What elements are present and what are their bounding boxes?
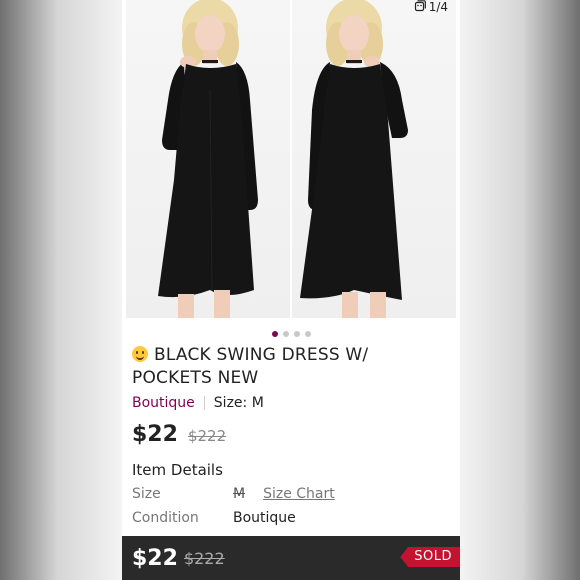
meta-divider	[203, 396, 205, 410]
image-counter-text: 1/4	[428, 0, 448, 14]
image-counter: 1/4	[412, 0, 450, 14]
brand-link[interactable]: Boutique	[132, 395, 195, 411]
image-stack-icon	[414, 0, 426, 15]
listing-meta: Boutique Size: M	[132, 395, 264, 411]
bottom-price-bar: $22 $222 SOLD	[122, 536, 460, 580]
item-details-heading: Item Details	[132, 461, 223, 479]
detail-key: Condition	[132, 510, 199, 526]
size-chart-link[interactable]: Size Chart	[263, 486, 335, 502]
listing-screen: 1/4 BLACK SWING DRESS W/ POCKETS NEW Bou…	[122, 0, 460, 580]
listing-title-text: BLACK SWING DRESS W/ POCKETS NEW	[132, 345, 369, 388]
pagination-dot[interactable]	[282, 331, 289, 337]
size-label: Size: M	[213, 395, 264, 411]
price-row: $22 $222	[132, 422, 226, 447]
detail-value: M	[233, 486, 246, 502]
pagination-dot[interactable]	[293, 331, 300, 337]
pagination-dot[interactable]	[304, 331, 311, 337]
smiling-face-icon	[132, 346, 148, 362]
sold-badge: SOLD	[400, 547, 460, 567]
listing-photo-back[interactable]	[292, 0, 456, 318]
detail-key: Size	[132, 486, 161, 502]
detail-value: Boutique	[233, 510, 296, 526]
original-price: $222	[187, 427, 227, 445]
detail-row-condition: Condition Boutique	[132, 510, 296, 526]
pagination-dot[interactable]	[271, 331, 278, 337]
gallery-pagination	[122, 331, 460, 337]
listing-price: $22	[132, 422, 178, 447]
bottom-original-price: $222	[183, 548, 225, 568]
listing-photo-front[interactable]	[126, 0, 290, 318]
detail-row-size: Size M Size Chart	[132, 486, 335, 502]
image-gallery[interactable]: 1/4	[122, 0, 460, 322]
listing-title: BLACK SWING DRESS W/ POCKETS NEW	[132, 344, 452, 390]
bottom-price: $22	[132, 545, 178, 571]
